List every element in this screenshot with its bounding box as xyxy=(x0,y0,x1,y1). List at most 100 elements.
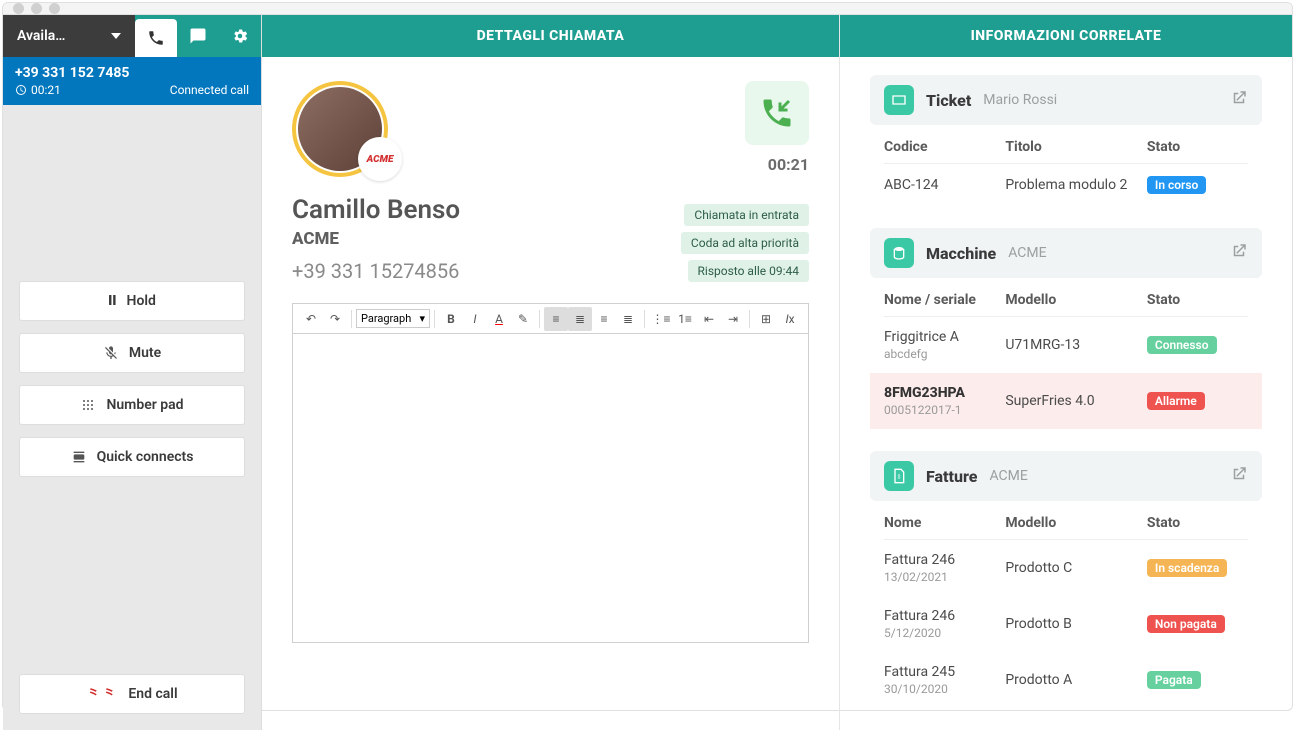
ticket-card-header: Ticket Mario Rossi xyxy=(870,75,1262,125)
special-char-button[interactable]: Ix xyxy=(778,307,802,331)
center-header: DETTAGLI CHIAMATA xyxy=(262,15,839,57)
right-header: INFORMAZIONI CORRELATE xyxy=(840,15,1292,57)
status-badge: In corso xyxy=(1147,176,1206,194)
machines-table: Nome / seriale Modello Stato Friggitrice… xyxy=(870,278,1262,433)
ticket-table: Codice Titolo Stato ABC-124 Problema mod… xyxy=(870,125,1262,210)
invoices-table-head: Nome Modello Stato xyxy=(884,505,1248,540)
tag-answered: Risposto alle 09:44 xyxy=(688,260,810,282)
action-buttons: II Hold Mute Number pad Quick connects xyxy=(19,281,245,477)
window: Availa… +39 331 152 7485 xyxy=(2,2,1293,711)
window-max-icon[interactable] xyxy=(49,3,60,14)
color-button[interactable]: A xyxy=(487,307,511,331)
invoices-card-header: $ Fatture ACME xyxy=(870,451,1262,501)
indent-button[interactable]: ⇥ xyxy=(721,307,745,331)
call-status-column: 00:21 Chiamata in entrata Coda ad alta p… xyxy=(681,81,809,283)
status-badge: Allarme xyxy=(1147,392,1205,410)
call-info: +39 331 152 7485 00:21 Connected call xyxy=(3,57,261,105)
redo-button[interactable]: ↷ xyxy=(323,307,347,331)
highlight-button[interactable]: ✎ xyxy=(511,307,535,331)
editor-toolbar: ↶ ↷ Paragraph▾ B I A ✎ ≡ ≣ ≡ ≣ ⋮≡ 1≡ xyxy=(293,304,808,334)
sidebar-topbar: Availa… xyxy=(3,15,261,57)
paragraph-select[interactable]: Paragraph▾ xyxy=(356,309,430,328)
align-left-button[interactable]: ≡ xyxy=(544,307,568,331)
mic-off-icon xyxy=(103,345,119,361)
ticket-title: Ticket xyxy=(926,91,971,110)
brand-badge: ACME xyxy=(358,137,402,181)
number-list-button[interactable]: 1≡ xyxy=(673,307,697,331)
caller-company: ACME xyxy=(292,229,460,249)
call-details: ACME Camillo Benso ACME +39 331 15274856… xyxy=(262,57,839,295)
bullet-list-button[interactable]: ⋮≡ xyxy=(649,307,673,331)
chevron-down-icon xyxy=(111,33,121,39)
clock-icon xyxy=(15,84,27,96)
contacts-icon xyxy=(71,449,87,465)
table-button[interactable]: ⊞ xyxy=(754,307,778,331)
machines-card: Macchine ACME Nome / seriale Modello Sta… xyxy=(870,228,1262,433)
table-row[interactable]: Fattura 2465/12/2020 Prodotto B Non paga… xyxy=(884,596,1248,652)
ticket-table-head: Codice Titolo Stato xyxy=(884,129,1248,164)
mute-label: Mute xyxy=(129,345,161,361)
numpad-button[interactable]: Number pad xyxy=(19,385,245,425)
end-call-button[interactable]: ⺀⺀ End call xyxy=(19,674,245,714)
caller-number: +39 331 152 7485 xyxy=(15,65,249,81)
quick-connects-button[interactable]: Quick connects xyxy=(19,437,245,477)
mute-button[interactable]: Mute xyxy=(19,333,245,373)
tab-phone[interactable] xyxy=(135,19,177,57)
dialpad-icon xyxy=(80,397,96,413)
icon-tabs xyxy=(135,15,261,57)
database-icon xyxy=(884,238,914,268)
window-close-icon[interactable] xyxy=(13,3,24,14)
align-center-button[interactable]: ≣ xyxy=(568,307,592,331)
status-label: Availa… xyxy=(17,28,65,44)
italic-button[interactable]: I xyxy=(463,307,487,331)
right-body: Ticket Mario Rossi Codice Titolo Stato xyxy=(840,57,1292,730)
table-row[interactable]: Friggitrice Aabcdefg U71MRG-13 Connesso xyxy=(884,317,1248,373)
tag-incoming: Chiamata in entrata xyxy=(684,204,809,226)
sidebar: Availa… +39 331 152 7485 xyxy=(3,15,262,730)
sidebar-body: II Hold Mute Number pad Quick connects xyxy=(3,105,261,730)
table-row[interactable]: Fattura 24530/10/2020 Prodotto A Pagata xyxy=(884,652,1248,708)
outdent-button[interactable]: ⇤ xyxy=(697,307,721,331)
window-min-icon[interactable] xyxy=(31,3,42,14)
status-badge: In scadenza xyxy=(1147,559,1227,577)
call-duration-large: 00:21 xyxy=(768,155,809,174)
open-external-icon[interactable] xyxy=(1230,89,1248,111)
tab-settings[interactable] xyxy=(219,15,261,57)
titlebar xyxy=(3,3,1292,15)
machines-table-head: Nome / seriale Modello Stato xyxy=(884,282,1248,317)
open-external-icon[interactable] xyxy=(1230,242,1248,264)
ticket-card: Ticket Mario Rossi Codice Titolo Stato xyxy=(870,75,1262,210)
bold-button[interactable]: B xyxy=(439,307,463,331)
invoice-icon: $ xyxy=(884,461,914,491)
align-right-button[interactable]: ≡ xyxy=(592,307,616,331)
editor-textarea[interactable] xyxy=(293,334,808,642)
invoices-title: Fatture xyxy=(926,467,977,486)
machines-sub: ACME xyxy=(1008,245,1046,261)
machines-card-header: Macchine ACME xyxy=(870,228,1262,278)
table-row[interactable]: 8FMG23HPA0005122017-1 SuperFries 4.0 All… xyxy=(870,373,1262,429)
gear-icon xyxy=(231,27,249,45)
table-row[interactable]: ABC-124 Problema modulo 2 In corso xyxy=(884,164,1248,206)
numpad-label: Number pad xyxy=(106,397,183,413)
right-panel: INFORMAZIONI CORRELATE Ticket Mario Ross… xyxy=(840,15,1292,730)
duration-text: 00:21 xyxy=(31,83,61,97)
chat-icon xyxy=(189,27,207,45)
hold-button[interactable]: II Hold xyxy=(19,281,245,321)
table-row[interactable]: Fattura 24613/02/2021 Prodotto C In scad… xyxy=(884,540,1248,596)
incoming-call-icon xyxy=(759,95,795,131)
undo-button[interactable]: ↶ xyxy=(299,307,323,331)
status-select[interactable]: Availa… xyxy=(3,15,135,57)
status-badge: Pagata xyxy=(1147,671,1201,689)
call-tags: Chiamata in entrata Coda ad alta priorit… xyxy=(681,204,809,282)
status-badge: Non pagata xyxy=(1147,615,1225,633)
open-external-icon[interactable] xyxy=(1230,465,1248,487)
tag-priority: Coda ad alta priorità xyxy=(681,232,809,254)
caller-phone: +39 331 15274856 xyxy=(292,259,460,283)
notes-editor: ↶ ↷ Paragraph▾ B I A ✎ ≡ ≣ ≡ ≣ ⋮≡ 1≡ xyxy=(292,303,809,643)
align-justify-button[interactable]: ≣ xyxy=(616,307,640,331)
invoices-card: $ Fatture ACME Nome Modello Stato xyxy=(870,451,1262,712)
hold-label: Hold xyxy=(127,293,156,309)
machines-title: Macchine xyxy=(926,244,996,263)
incoming-call-box xyxy=(745,81,809,145)
tab-chat[interactable] xyxy=(177,15,219,57)
